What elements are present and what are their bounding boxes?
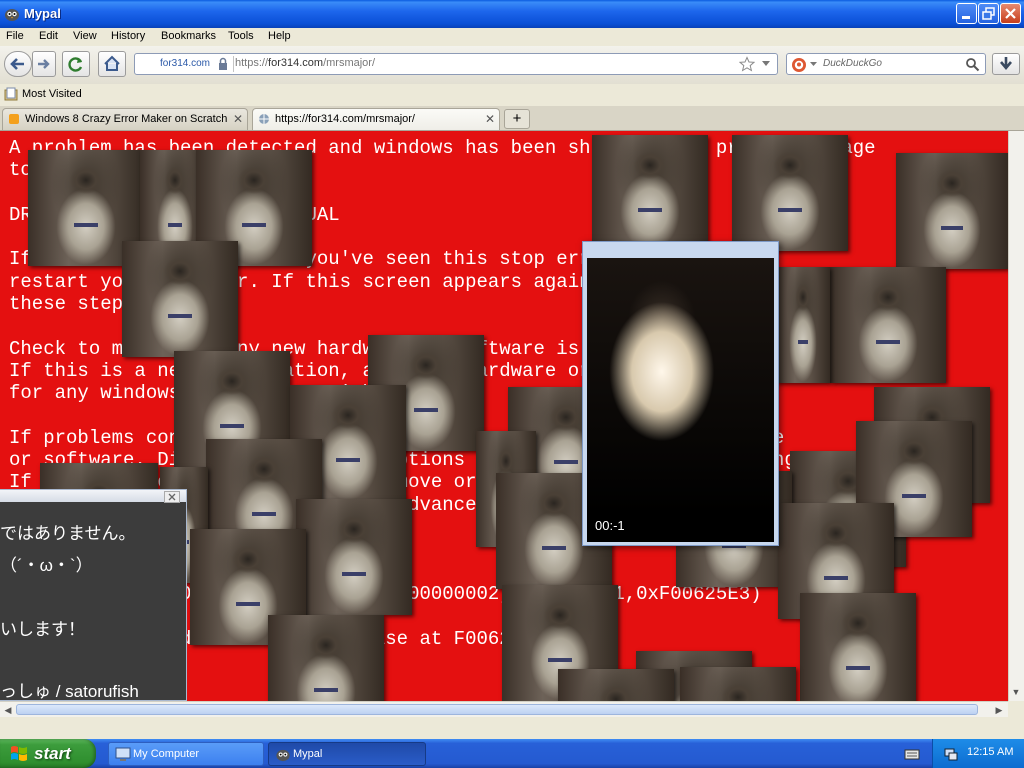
clock[interactable]: 12:15 AM <box>967 746 1013 758</box>
system-tray: 12:15 AM <box>932 739 1024 768</box>
taskbar-item-label: Mypal <box>293 748 323 760</box>
menu-view[interactable]: View <box>73 30 97 42</box>
popup-close-button[interactable] <box>164 491 180 503</box>
popup-title-bar[interactable] <box>0 490 186 502</box>
tab-close-icon[interactable]: ✕ <box>233 112 243 126</box>
popup-text-line: ではありません。 <box>0 524 136 543</box>
popup-text-line: いします！ <box>0 620 85 639</box>
doll-image <box>732 135 848 251</box>
computer-icon <box>115 747 131 761</box>
reload-button[interactable] <box>62 51 90 77</box>
horizontal-scrollbar[interactable]: ◀ ▶ <box>0 701 1008 717</box>
doll-image <box>830 267 946 383</box>
doll-image <box>776 267 830 383</box>
windows-logo-icon <box>11 746 27 761</box>
window-title: Mypal <box>24 6 61 21</box>
tab-strip: Windows 8 Crazy Error Maker on Scratch ✕… <box>0 106 1024 131</box>
menu-tools[interactable]: Tools <box>228 30 254 42</box>
vertical-scrollbar[interactable]: ▼ <box>1008 131 1024 701</box>
doll-image <box>558 669 674 701</box>
bookmarks-toolbar: Most Visited <box>0 84 1024 106</box>
tab-close-icon[interactable]: ✕ <box>485 112 495 126</box>
taskbar-item-mypal[interactable]: Mypal <box>268 742 426 766</box>
bookmark-folder-icon <box>4 87 18 101</box>
star-icon[interactable] <box>739 56 755 72</box>
video-time: 00:-1 <box>595 518 625 533</box>
video-player[interactable]: 00:-1 <box>587 258 774 542</box>
scratch-favicon-icon <box>9 114 19 124</box>
close-button[interactable] <box>1000 3 1021 24</box>
download-arrow-icon <box>1000 57 1012 71</box>
horizontal-scroll-thumb[interactable] <box>16 704 978 715</box>
taskbar-item-my-computer[interactable]: My Computer <box>108 742 264 766</box>
globe-favicon-icon <box>259 114 269 124</box>
chevron-down-icon[interactable] <box>761 60 771 68</box>
magnifier-icon[interactable] <box>965 57 980 72</box>
menu-bar: File Edit View History Bookmarks Tools H… <box>0 28 1024 46</box>
url-path: /mrsmajor/ <box>323 57 376 69</box>
doll-image <box>680 667 796 701</box>
tab-label: https://for314.com/mrsmajor/ <box>275 113 415 125</box>
scroll-corner <box>1008 701 1024 717</box>
tab-mrsmajor[interactable]: https://for314.com/mrsmajor/ ✕ <box>252 108 500 130</box>
url-host: for314.com <box>268 57 324 69</box>
doll-image <box>268 615 384 701</box>
home-icon <box>104 55 120 71</box>
minimize-icon <box>962 16 970 19</box>
scroll-left-arrow-icon[interactable]: ◀ <box>1 703 15 717</box>
doll-image <box>896 153 1008 269</box>
lock-icon <box>219 57 227 70</box>
popup-text-line: （´・ω・`） <box>0 556 93 575</box>
menu-bookmarks[interactable]: Bookmarks <box>161 30 216 42</box>
url-text[interactable]: https://for314.com/mrsmajor/ <box>235 57 375 69</box>
duckduckgo-icon[interactable] <box>791 57 807 73</box>
network-icon[interactable] <box>943 746 959 762</box>
menu-file[interactable]: File <box>6 30 24 42</box>
close-icon <box>1005 8 1016 19</box>
start-label: start <box>34 744 71 763</box>
video-popup-window[interactable]: 00:-1 <box>582 241 779 546</box>
url-bar[interactable]: for314.com https://for314.com/mrsmajor/ <box>134 53 778 75</box>
message-popup-window[interactable]: ではありません。 （´・ω・`） いします！ っしゅ / satorufish <box>0 489 187 701</box>
popup-text-line: っしゅ / satorufish <box>0 682 139 701</box>
search-bar[interactable]: DuckDuckGo <box>786 53 986 75</box>
keyboard-icon[interactable] <box>904 747 920 761</box>
forward-button[interactable] <box>32 51 56 77</box>
back-button[interactable] <box>4 51 32 77</box>
search-engine-dropdown-icon[interactable] <box>810 62 817 67</box>
minimize-button[interactable] <box>956 3 977 24</box>
reload-icon <box>68 57 83 72</box>
home-button[interactable] <box>98 51 126 77</box>
url-scheme: https:// <box>235 57 269 69</box>
scroll-right-arrow-icon[interactable]: ▶ <box>992 703 1006 717</box>
new-tab-button[interactable]: + <box>504 109 530 129</box>
status-bar <box>0 717 1024 739</box>
mypal-icon <box>276 749 290 762</box>
doll-image <box>800 593 916 701</box>
back-arrow-icon <box>10 58 24 70</box>
doll-image <box>122 241 238 357</box>
mypal-icon <box>5 9 19 21</box>
scroll-down-arrow-icon[interactable]: ▼ <box>1009 685 1023 699</box>
restore-button[interactable] <box>978 3 999 24</box>
tab-label: Windows 8 Crazy Error Maker on Scratch <box>25 113 228 125</box>
most-visited-bookmark[interactable]: Most Visited <box>22 88 82 100</box>
menu-edit[interactable]: Edit <box>39 30 58 42</box>
navigation-toolbar: for314.com https://for314.com/mrsmajor/ … <box>0 46 1024 85</box>
window-title-bar[interactable]: Mypal <box>0 0 1024 28</box>
taskbar: start My Computer Mypal 12:15 AM <box>0 739 1024 768</box>
menu-history[interactable]: History <box>111 30 145 42</box>
taskbar-item-label: My Computer <box>133 748 200 760</box>
search-input[interactable]: DuckDuckGo <box>823 58 882 69</box>
tab-scratch[interactable]: Windows 8 Crazy Error Maker on Scratch ✕ <box>2 108 248 130</box>
forward-arrow-icon <box>38 59 50 69</box>
doll-image <box>296 499 412 615</box>
restore-icon <box>982 7 995 20</box>
menu-help[interactable]: Help <box>268 30 291 42</box>
close-icon <box>168 493 176 501</box>
doll-image <box>592 135 708 251</box>
downloads-button[interactable] <box>992 53 1020 75</box>
start-button[interactable]: start <box>0 739 96 768</box>
